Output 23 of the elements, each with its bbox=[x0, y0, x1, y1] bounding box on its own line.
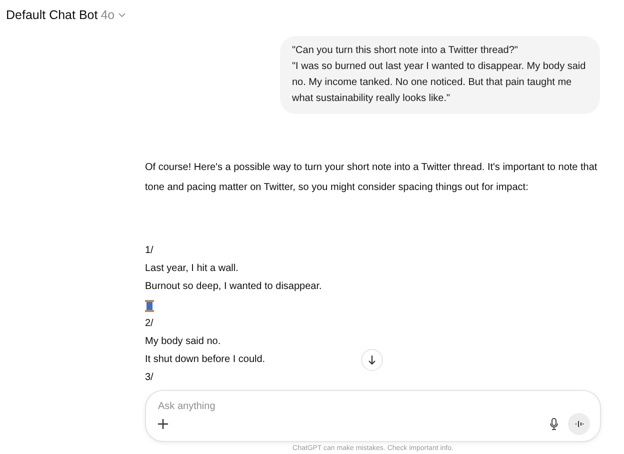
microphone-icon bbox=[550, 418, 558, 430]
voice-mode-button[interactable] bbox=[568, 413, 590, 435]
message-text: "I was so burned out last year I wanted to disappear. My body said no. My income tanked. No one noticed. But that pain taught me what sustainability really looks like." bbox=[292, 60, 587, 106]
scroll-down-button[interactable] bbox=[361, 349, 383, 371]
waveform-icon bbox=[574, 420, 584, 428]
microphone-button[interactable] bbox=[550, 418, 558, 430]
arrow-down-icon bbox=[368, 355, 376, 365]
thread-line: My body said no. bbox=[145, 335, 221, 349]
thread-number: 2/ bbox=[145, 317, 154, 331]
add-button[interactable] bbox=[158, 419, 168, 429]
thread-number: 1/ bbox=[145, 244, 154, 258]
message-text: "Can you turn this short note into a Twitter thread?" bbox=[292, 44, 519, 58]
chevron-down-icon bbox=[118, 12, 126, 18]
thread-line: Last year, I hit a wall. bbox=[145, 262, 238, 276]
thread-line: Burnout so deep, I wanted to disappear. bbox=[145, 280, 322, 294]
response-text: Of course! Here's a possible way to turn your short note into a Twitter thread. It's important to note that tone and pacing matter on Twitter, so you might consider spacing things out for impact: bbox=[145, 161, 598, 195]
model-selector[interactable]: Default Chat Bot 4o bbox=[6, 8, 126, 22]
spool-icon bbox=[145, 300, 154, 312]
plus-icon bbox=[158, 419, 168, 429]
thread-line: It shut down before I could. bbox=[145, 353, 266, 367]
model-label: 4o bbox=[100, 8, 115, 22]
thread-number: 3/ bbox=[145, 371, 154, 385]
message-input[interactable]: Ask anything bbox=[158, 401, 458, 412]
